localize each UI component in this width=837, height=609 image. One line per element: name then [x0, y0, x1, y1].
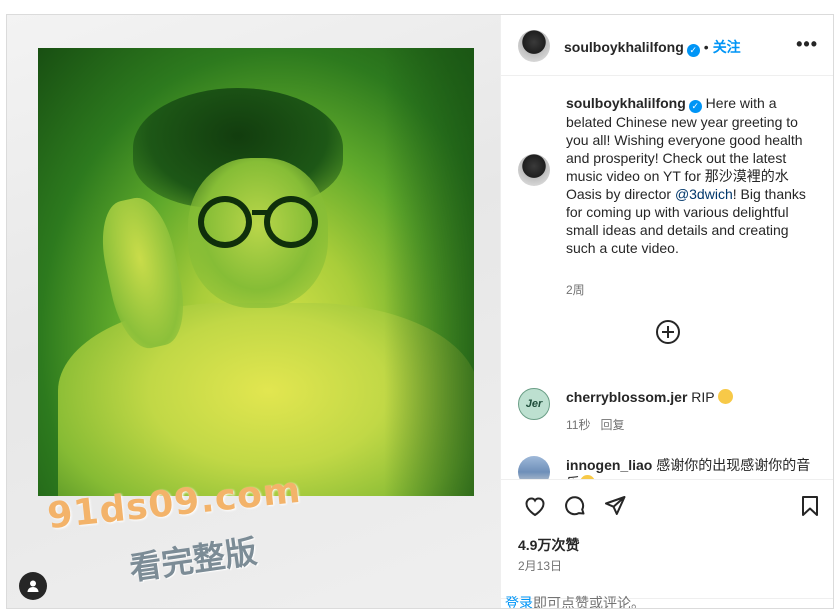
- verified-icon: ✓: [686, 44, 700, 57]
- comment-username[interactable]: cherryblossom.jer: [566, 389, 687, 405]
- comment-meta: 11秒 回复: [566, 416, 625, 433]
- caption-mention-link[interactable]: @3dwich: [675, 186, 733, 202]
- login-link[interactable]: 登录: [505, 595, 533, 608]
- comments-section[interactable]: soulboykhalilfong ✓ Here with a belated C…: [501, 76, 833, 479]
- user-tag-icon[interactable]: [19, 572, 47, 600]
- share-icon[interactable]: [603, 494, 629, 520]
- reply-button[interactable]: 回复: [600, 418, 624, 432]
- comment-username[interactable]: innogen_liao: [566, 457, 652, 473]
- author-avatar[interactable]: [518, 30, 550, 62]
- post-dialog: 91ds09.com 看完整版 soulboykhalilfong ✓ • 关注 ••…: [6, 14, 834, 609]
- separator-dot: •: [703, 39, 709, 55]
- post-media[interactable]: 91ds09.com 看完整版: [7, 15, 500, 608]
- comment-avatar[interactable]: [518, 456, 550, 479]
- add-comment-icon[interactable]: [656, 320, 680, 344]
- post-caption: soulboykhalilfong ✓ Here with a belated C…: [566, 94, 816, 257]
- more-icon[interactable]: •••: [796, 34, 818, 55]
- caption-author[interactable]: soulboykhalilfong: [566, 95, 686, 111]
- comment-text: RIP: [687, 389, 715, 405]
- likes-count[interactable]: 4.9万次赞: [518, 535, 579, 555]
- post-date[interactable]: 2月13日: [518, 557, 562, 574]
- follow-button[interactable]: 关注: [713, 39, 741, 55]
- comment-body: cherryblossom.jer RIP: [566, 388, 821, 406]
- caption-timestamp[interactable]: 2周: [566, 281, 585, 298]
- header-user-line: soulboykhalilfong ✓ • 关注: [564, 37, 741, 57]
- glasses-bridge: [252, 210, 268, 215]
- heart-icon[interactable]: [523, 494, 549, 520]
- login-prompt-text: 即可点赞或评论。: [533, 595, 645, 609]
- comment-avatar[interactable]: Jer: [518, 388, 550, 420]
- post-actions: 4.9万次赞 2月13日 登录即可点赞或评论。: [501, 479, 833, 609]
- login-prompt: 登录即可点赞或评论。: [501, 595, 833, 609]
- comment-time[interactable]: 11秒: [566, 418, 590, 432]
- comment-icon[interactable]: [563, 494, 589, 520]
- post-side-panel: soulboykhalilfong ✓ • 关注 ••• soulboykhalilf…: [500, 15, 833, 609]
- author-username[interactable]: soulboykhalilfong: [564, 39, 684, 55]
- post-header: soulboykhalilfong ✓ • 关注 •••: [501, 15, 833, 76]
- comment-body: innogen_liao 感谢你的出现感谢你的音乐❤: [566, 456, 821, 479]
- verified-icon: ✓: [688, 100, 702, 113]
- glasses-lens-right: [264, 196, 318, 248]
- bookmark-icon[interactable]: [798, 494, 824, 520]
- photo-shadow: [384, 48, 474, 496]
- caption-author-avatar[interactable]: [518, 154, 550, 186]
- post-photo: [38, 48, 474, 496]
- sad-face-icon: [718, 389, 734, 404]
- glasses-lens-left: [198, 196, 252, 248]
